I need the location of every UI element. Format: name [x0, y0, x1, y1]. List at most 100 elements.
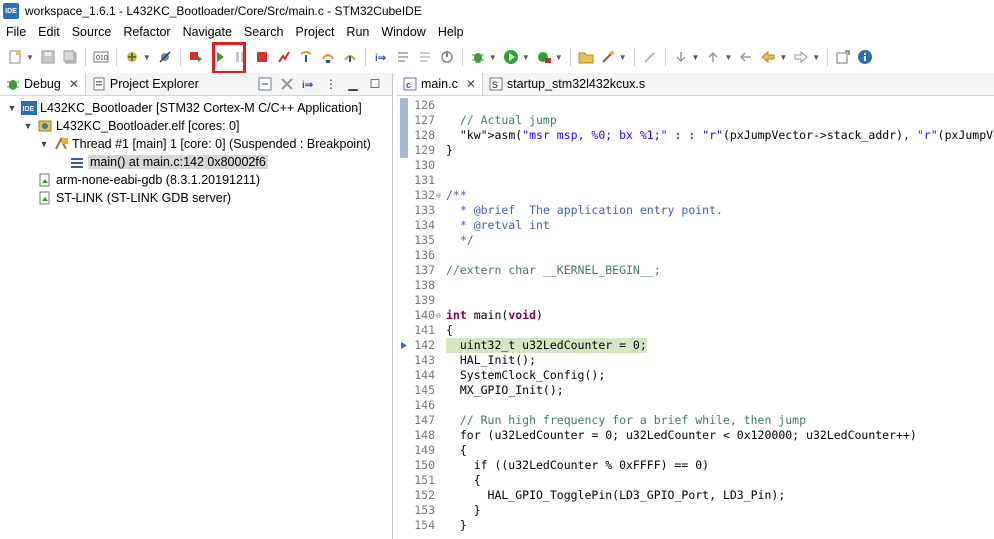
code-line: 154 } — [414, 518, 467, 532]
menu-source[interactable]: Source — [66, 25, 118, 39]
filter-icon[interactable] — [394, 48, 412, 66]
svg-text:S: S — [492, 80, 498, 90]
code-editor: c main.c ✕ S startup_stm32l432kcux.s 126… — [397, 73, 994, 539]
toolbar-separator — [827, 48, 829, 66]
chevron-down-icon[interactable]: ▼ — [522, 53, 530, 62]
chevron-down-icon[interactable]: ▼ — [143, 53, 151, 62]
chevron-down-icon[interactable]: ▼ — [555, 53, 563, 62]
debug-icon[interactable] — [469, 48, 487, 66]
menu-run[interactable]: Run — [340, 25, 375, 39]
menu-help[interactable]: Help — [432, 25, 470, 39]
menu-navigate[interactable]: Navigate — [177, 25, 238, 39]
view-toolbar: i⇒ ⋮ ▁ ☐ — [254, 76, 392, 92]
debug-view-panel: Debug ✕ Project Explorer i⇒ ⋮ ▁ ☐ ▼ IDE … — [0, 73, 393, 539]
debug-tree: ▼ IDE L432KC_Bootloader [STM32 Cortex-M … — [0, 96, 392, 207]
chevron-down-icon[interactable]: ▼ — [38, 139, 50, 149]
chevron-down-icon[interactable]: ▼ — [779, 53, 787, 62]
wand-icon[interactable] — [599, 48, 617, 66]
tree-row-elf[interactable]: ▼ L432KC_Bootloader.elf [cores: 0] — [0, 117, 392, 135]
terminate-relaunch-icon[interactable] — [187, 48, 205, 66]
tree-row-gdb[interactable]: arm-none-eabi-gdb (8.3.1.20191211) — [0, 171, 392, 189]
tab-main-c[interactable]: c main.c ✕ — [397, 73, 483, 95]
tree-row-stlink[interactable]: ST-LINK (ST-LINK GDB server) — [0, 189, 392, 207]
chevron-down-icon[interactable]: ▼ — [619, 53, 627, 62]
open-folder-icon[interactable] — [577, 48, 595, 66]
tree-row-thread[interactable]: ▼ Thread #1 [main] 1 [core: 0] (Suspende… — [0, 135, 392, 153]
build-icon[interactable] — [123, 48, 141, 66]
chevron-down-icon[interactable]: ▼ — [22, 121, 34, 131]
view-menu-icon[interactable]: ⋮ — [323, 76, 339, 92]
reset-chip-icon[interactable] — [438, 48, 456, 66]
fold-icon[interactable]: ⊖ — [436, 188, 441, 203]
tab-project-explorer[interactable]: Project Explorer — [86, 73, 205, 95]
step-return-icon[interactable] — [341, 48, 359, 66]
info-icon[interactable] — [856, 48, 874, 66]
tab-debug[interactable]: Debug ✕ — [0, 73, 86, 95]
pen-icon[interactable] — [641, 48, 659, 66]
minimize-icon[interactable]: ▁ — [345, 76, 361, 92]
close-icon[interactable]: ✕ — [69, 77, 79, 91]
menu-project[interactable]: Project — [290, 25, 341, 39]
menu-refactor[interactable]: Refactor — [117, 25, 176, 39]
toolbar-separator — [664, 48, 666, 66]
menu-edit[interactable]: Edit — [32, 25, 66, 39]
code-line: 127 // Actual jump — [397, 113, 994, 128]
chevron-down-icon[interactable]: ▼ — [812, 53, 820, 62]
maximize-icon[interactable]: ☐ — [367, 76, 383, 92]
menu-search[interactable]: Search — [238, 25, 290, 39]
remove-terminated-icon[interactable] — [279, 76, 295, 92]
filter-disabled-icon[interactable] — [416, 48, 434, 66]
tab-startup-s[interactable]: S startup_stm32l432kcux.s — [483, 73, 651, 95]
run-icon[interactable] — [502, 48, 520, 66]
close-icon[interactable]: ✕ — [466, 77, 476, 91]
chevron-down-icon[interactable]: ▼ — [489, 53, 497, 62]
tree-label: L432KC_Bootloader.elf [cores: 0] — [56, 119, 240, 133]
elf-process-icon — [37, 119, 53, 133]
svg-text:c: c — [406, 80, 411, 90]
tree-row-launch[interactable]: ▼ IDE L432KC_Bootloader [STM32 Cortex-M … — [0, 99, 392, 117]
disconnect-icon[interactable] — [275, 48, 293, 66]
terminate-icon[interactable] — [253, 48, 271, 66]
chevron-down-icon[interactable]: ▼ — [26, 53, 34, 62]
code-line: 129} — [397, 143, 994, 158]
toolbar-separator — [461, 48, 463, 66]
menu-file[interactable]: File — [0, 25, 32, 39]
tree-row-stack-frame[interactable]: main() at main.c:142 0x80002f6 — [0, 153, 392, 171]
step-into-icon[interactable] — [297, 48, 315, 66]
save-icon[interactable] — [39, 48, 57, 66]
chevron-down-icon[interactable]: ▼ — [724, 53, 732, 62]
last-edit-icon[interactable] — [737, 48, 755, 66]
step-over-icon[interactable] — [319, 48, 337, 66]
svg-text:IDE: IDE — [23, 106, 35, 113]
toolbar-separator — [115, 48, 117, 66]
code-line: 137//extern char __KERNEL_BEGIN__; — [414, 263, 661, 277]
tree-label: Thread #1 [main] 1 [core: 0] (Suspended … — [72, 137, 371, 151]
code-line: 132 ⊖/** — [414, 188, 467, 203]
skip-breakpoints-icon[interactable] — [156, 48, 174, 66]
chevron-down-icon[interactable]: ▼ — [692, 53, 700, 62]
code-line: 134 * @retval int — [414, 218, 550, 232]
tree-label: L432KC_Bootloader [STM32 Cortex-M C/C++ … — [40, 101, 362, 115]
external-tools-icon[interactable] — [535, 48, 553, 66]
prev-annotation-icon[interactable] — [704, 48, 722, 66]
menu-window[interactable]: Window — [375, 25, 431, 39]
binary-icon[interactable]: 010 — [92, 48, 110, 66]
process-icon — [37, 173, 53, 187]
code-line: 141{ — [414, 323, 453, 337]
code-line: 153 } — [414, 503, 481, 517]
chevron-down-icon[interactable]: ▼ — [6, 103, 18, 113]
code-line: 130 — [414, 158, 435, 172]
instruction-stepping-mode-icon[interactable]: i⇒ — [301, 76, 317, 92]
next-annotation-icon[interactable] — [672, 48, 690, 66]
svg-text:i⇒: i⇒ — [375, 53, 387, 64]
perspective-icon[interactable] — [834, 48, 852, 66]
collapse-all-icon[interactable] — [257, 76, 273, 92]
save-all-icon[interactable] — [61, 48, 79, 66]
forward-icon[interactable] — [792, 48, 810, 66]
code-area[interactable]: 126 127 // Actual jump 128 "kw">asm("msr… — [397, 98, 994, 533]
new-icon[interactable] — [6, 48, 24, 66]
fold-icon[interactable]: ⊖ — [436, 308, 441, 323]
instruction-stepping-icon[interactable]: i⇒ — [372, 48, 390, 66]
toolbar-separator — [179, 48, 181, 66]
back-icon[interactable] — [759, 48, 777, 66]
